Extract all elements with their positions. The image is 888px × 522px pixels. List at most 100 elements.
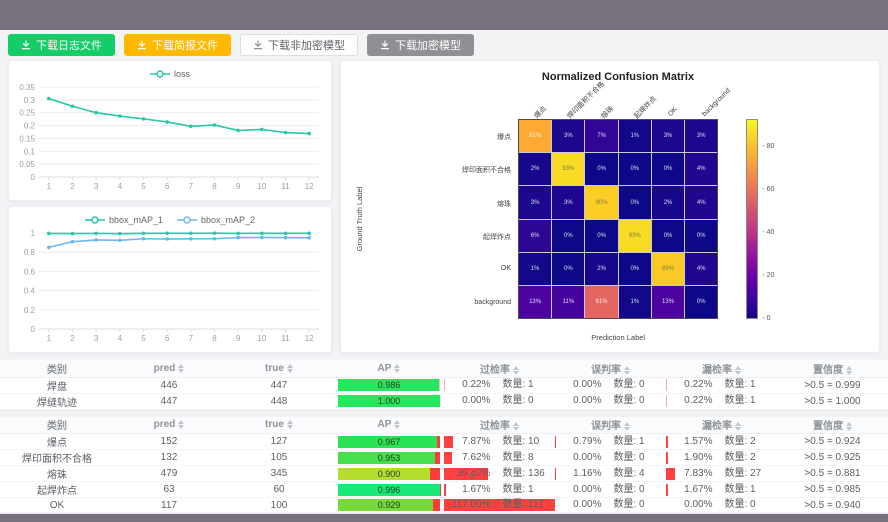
column-header-AP[interactable]: AP (334, 360, 444, 377)
download-icon (380, 40, 390, 50)
true-cell: 448 (224, 393, 334, 409)
sort-caret-icon[interactable] (735, 366, 741, 375)
matrix-cell: 61% (585, 286, 617, 318)
column-header-pred[interactable]: pred (114, 417, 224, 434)
sort-caret-icon[interactable] (624, 366, 630, 375)
download-plain-model-button[interactable]: 下载非加密模型 (240, 34, 358, 56)
missdetect-cell: 0.00%数量: 0 (666, 498, 777, 513)
column-header-过检率[interactable]: 过检率 (444, 417, 555, 434)
svg-text:0.4: 0.4 (24, 287, 36, 296)
table-header-row: 类别predtrueAP过检率误判率漏检率置信度 (0, 360, 888, 377)
download-encrypted-model-button[interactable]: 下载加密模型 (367, 34, 474, 56)
content-area: 下载日志文件 下载简报文件 下载非加密模型 下载加密模型 loss 00.050… (0, 30, 888, 508)
sort-caret-icon[interactable] (287, 420, 293, 429)
column-header-text: 类别 (47, 421, 67, 432)
confidence-cell: >0.5 = 0.881 (777, 466, 888, 482)
loss-chart: 00.050.10.150.20.250.30.3512345678910111… (9, 81, 331, 193)
sort-caret-icon[interactable] (513, 422, 519, 431)
sort-caret-icon[interactable] (846, 422, 852, 431)
column-header-过检率[interactable]: 过检率 (444, 360, 555, 377)
matrix-cell: 1% (619, 286, 651, 318)
overdetect-cell: 7.62%数量: 8 (444, 450, 555, 466)
category-cell: 爆点 (0, 434, 114, 450)
overdetect-cell: 1.67% 数量: 1 (444, 482, 555, 498)
confusion-matrix-grid: 81%3%7%1%3%3%2%93%0%0%0%4%3%3%90%0%2%4%6… (518, 119, 718, 319)
download-icon (253, 40, 263, 50)
ap-cell: 0.953 (334, 450, 444, 466)
column-header-置信度[interactable]: 置信度 (777, 417, 888, 434)
legend-marker-icon (177, 216, 197, 224)
svg-text:0.15: 0.15 (19, 134, 35, 143)
svg-text:7: 7 (189, 334, 194, 343)
column-header-pred[interactable]: pred (114, 360, 224, 377)
legend-item-bbox_mAP_1[interactable]: bbox_mAP_1 (85, 215, 163, 225)
svg-text:12: 12 (305, 182, 314, 191)
colorbar-tick: - 20 (762, 272, 774, 279)
column-header-误判率[interactable]: 误判率 (555, 417, 666, 434)
svg-text:1: 1 (31, 229, 36, 238)
sort-caret-icon[interactable] (287, 364, 293, 373)
sort-caret-icon[interactable] (178, 420, 184, 429)
matrix-cell: 6% (519, 220, 551, 252)
ap-value: 0.967 (338, 436, 440, 448)
sort-caret-icon[interactable] (513, 366, 519, 375)
table-header-row: 类别 predtrueAP过检率误判率漏检率置信度 (0, 417, 888, 434)
overdetect-cell: 39.42%数量: 136 (444, 466, 555, 482)
sort-caret-icon[interactable] (846, 366, 852, 375)
matrix-cell: 4% (685, 253, 717, 285)
svg-text:5: 5 (141, 334, 146, 343)
sort-caret-icon[interactable] (624, 422, 630, 431)
svg-text:9: 9 (236, 334, 241, 343)
download-icon (137, 40, 147, 50)
column-header-text: 误判率 (591, 365, 621, 376)
percentage-value: 1.67% (445, 483, 491, 497)
column-header-true[interactable]: true (224, 417, 334, 434)
percentage-value: 0.00% (667, 498, 713, 512)
legend-item-bbox_mAP_2[interactable]: bbox_mAP_2 (177, 215, 255, 225)
ap-bar: 0.953 (338, 452, 440, 464)
count-value: 数量: 0 (614, 394, 666, 408)
column-header-漏检率[interactable]: 漏检率 (666, 360, 777, 377)
count-value: 数量: 1 (503, 483, 555, 497)
matrix-cell: 0% (552, 220, 584, 252)
button-label: 下载日志文件 (36, 37, 102, 53)
column-header-text: AP (378, 363, 392, 374)
column-header-漏检率[interactable]: 漏检率 (666, 417, 777, 434)
svg-text:0.8: 0.8 (24, 248, 36, 257)
ap-cell: 1.000 (334, 393, 444, 409)
matrix-row-label: 焊印面积不合格 (341, 165, 511, 175)
column-header-true[interactable]: true (224, 360, 334, 377)
matrix-column-label: 起焊炸点 (632, 94, 659, 121)
column-header-置信度[interactable]: 置信度 (777, 360, 888, 377)
sort-caret-icon[interactable] (394, 420, 400, 429)
confidence-cell: >0.5 = 0.925 (777, 450, 888, 466)
misjudge-cell: 1.16%数量: 4 (555, 466, 666, 482)
download-icon (21, 40, 31, 50)
sort-caret-icon[interactable] (178, 364, 184, 373)
confidence-cell: >0.5 = 0.985 (777, 482, 888, 498)
column-header-误判率[interactable]: 误判率 (555, 360, 666, 377)
misjudge-cell: 0.79%数量: 1 (555, 434, 666, 450)
sort-caret-icon[interactable] (394, 364, 400, 373)
download-report-button[interactable]: 下载简报文件 (124, 34, 231, 56)
legend-item-loss[interactable]: loss (150, 69, 190, 79)
sort-caret-icon[interactable] (735, 422, 741, 431)
category-cell: OK (0, 498, 114, 513)
column-header-AP[interactable]: AP (334, 417, 444, 434)
matrix-cell: 2% (585, 253, 617, 285)
matrix-cell: 0% (619, 153, 651, 185)
svg-text:9: 9 (236, 182, 241, 191)
download-log-button[interactable]: 下载日志文件 (8, 34, 115, 56)
count-value: 数量: 4 (614, 467, 666, 481)
column-header-text: 过检率 (480, 365, 510, 376)
percentage-value: 0.00% (556, 498, 602, 512)
matrix-cell: 2% (652, 186, 684, 218)
percentage-value: 7.87% (445, 435, 491, 449)
count-value: 数量: 136 (503, 467, 555, 481)
overdetect-cell: 117.00%数量: 117 (444, 498, 555, 513)
dashboard-page: 下载日志文件 下载简报文件 下载非加密模型 下载加密模型 loss 00.050… (0, 0, 888, 522)
column-header-text: true (265, 363, 284, 374)
ap-value: 0.900 (338, 468, 440, 480)
matrix-cell: 0% (619, 186, 651, 218)
svg-text:0.2: 0.2 (24, 306, 36, 315)
